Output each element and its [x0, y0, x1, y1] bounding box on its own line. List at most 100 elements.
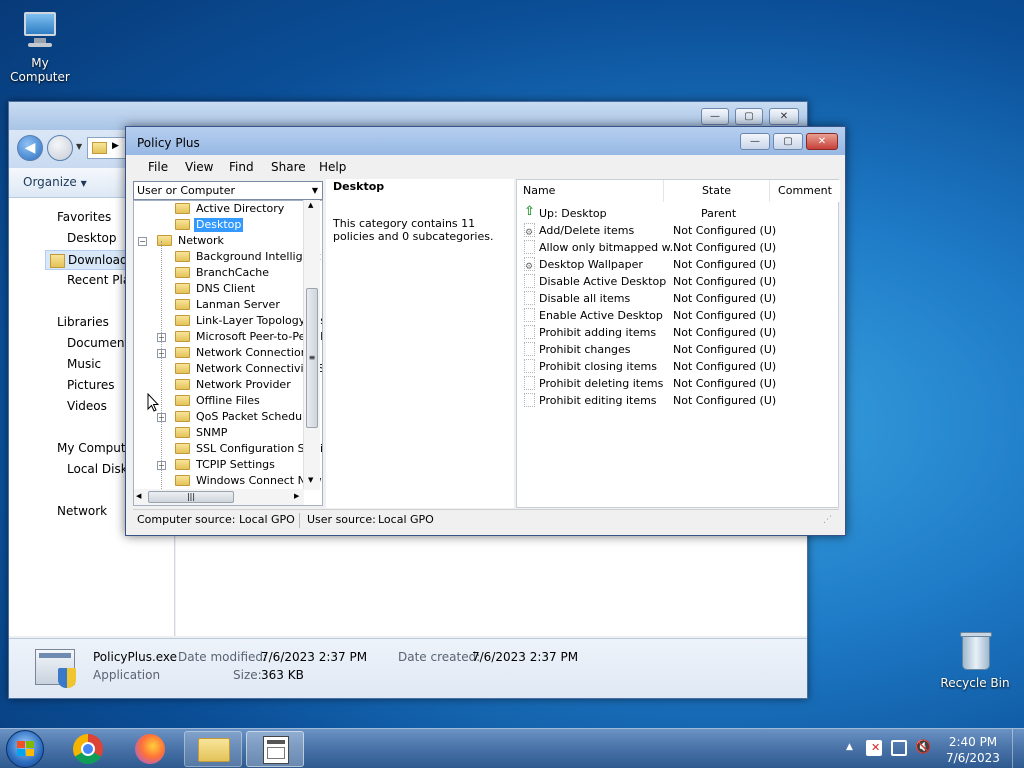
nav-music[interactable]: ♪Music — [67, 357, 101, 371]
folder-icon — [175, 219, 190, 230]
page-icon — [524, 342, 535, 356]
folder-icon — [198, 738, 230, 762]
policy-name: Prohibit closing items — [539, 360, 657, 373]
policy-name: Disable Active Desktop — [539, 275, 667, 288]
policy-row[interactable]: ⚙ Desktop Wallpaper Not Configured (U) — [517, 256, 838, 273]
volume-tray-icon[interactable]: 🔇 — [915, 740, 931, 755]
nav-local-disk[interactable]: Local Disk — [67, 462, 128, 476]
organize-label: Organize — [23, 175, 77, 189]
column-header-state[interactable]: State — [664, 180, 770, 202]
start-button[interactable] — [6, 730, 44, 768]
nav-network[interactable]: Network — [57, 504, 107, 518]
tree-vertical-scrollbar[interactable]: ▲ ≡ ▼ — [303, 200, 320, 490]
nav-videos[interactable]: Videos — [67, 399, 107, 413]
explorer-minimize-button[interactable]: — — [701, 108, 729, 125]
action-center-icon[interactable]: ✕ — [866, 740, 882, 756]
explorer-close-button[interactable]: ✕ — [769, 108, 799, 125]
nav-libraries[interactable]: Libraries — [57, 315, 109, 329]
chevron-right-icon: ▶ — [112, 141, 119, 151]
scroll-left-icon[interactable]: ◀ — [136, 492, 141, 500]
scroll-thumb[interactable]: ≡ — [306, 288, 318, 428]
explorer-maximize-button[interactable]: ▢ — [735, 108, 763, 125]
policy-row[interactable]: Prohibit changes Not Configured (U) — [517, 341, 838, 358]
policyplus-window[interactable]: Policy Plus — ▢ ✕ File View Find Share H… — [125, 126, 846, 536]
policy-state: Not Configured (U) — [673, 309, 777, 322]
tree-horizontal-scrollbar[interactable]: ◀ ||| ▶ — [134, 489, 304, 505]
policy-state: Not Configured (U) — [673, 241, 777, 254]
policy-row[interactable]: Disable Active Desktop Not Configured (U) — [517, 273, 838, 290]
taskbar-firefox-button[interactable] — [122, 731, 180, 767]
policy-row[interactable]: ⚙ Add/Delete items Not Configured (U) — [517, 222, 838, 239]
hscroll-thumb[interactable]: ||| — [148, 491, 234, 503]
resize-grip-icon[interactable]: ⋰ — [823, 510, 832, 530]
history-dropdown-icon[interactable]: ▼ — [76, 142, 82, 151]
folder-icon — [92, 142, 107, 154]
nav-desktop[interactable]: Desktop — [67, 231, 117, 245]
folder-icon — [175, 331, 190, 342]
policy-row[interactable]: Enable Active Desktop Not Configured (U) — [517, 307, 838, 324]
back-button[interactable]: ◀ — [17, 135, 43, 161]
folder-icon — [175, 315, 190, 326]
minimize-button[interactable]: — — [740, 133, 770, 150]
desktop-icon-recycle-bin[interactable]: Recycle Bin — [935, 630, 1015, 690]
organize-button[interactable]: Organize ▼ — [23, 175, 87, 189]
details-type: Application — [93, 668, 161, 682]
nav-pictures[interactable]: Pictures — [67, 378, 115, 392]
folder-icon — [175, 251, 190, 262]
desktop-icon-my-computer[interactable]: My Computer — [0, 10, 80, 84]
scroll-down-icon[interactable]: ▼ — [308, 476, 313, 484]
show-desktop-button[interactable] — [1012, 729, 1024, 768]
tree-node-label: Network — [178, 234, 224, 247]
taskbar-chrome-button[interactable] — [60, 731, 118, 767]
nav-label: My Compute — [57, 441, 133, 455]
clock[interactable]: 2:40 PM 7/6/2023 — [942, 734, 1004, 766]
page-icon — [524, 376, 535, 390]
chevron-down-icon: ▼ — [80, 179, 87, 188]
scroll-up-icon[interactable]: ▲ — [308, 201, 313, 209]
forward-button[interactable] — [47, 135, 73, 161]
chrome-icon — [73, 734, 103, 764]
scroll-right-icon[interactable]: ▶ — [294, 492, 299, 500]
collapse-icon[interactable]: − — [138, 237, 147, 246]
policyplus-titlebar[interactable]: Policy Plus — ▢ ✕ — [126, 127, 845, 155]
policy-list[interactable]: Name State Comment ⇧ Up: Desktop Parent ⚙ Ad… — [516, 179, 840, 508]
column-header-comment[interactable]: Comment — [770, 180, 840, 202]
menu-help[interactable]: Help — [319, 160, 346, 174]
category-tree[interactable]: Active Directory Desktop − Network Backgroun… — [133, 200, 323, 506]
policy-name: Desktop Wallpaper — [539, 258, 643, 271]
taskbar-policyplus-button[interactable] — [246, 731, 304, 767]
size-value: 363 KB — [261, 668, 304, 682]
menu-share[interactable]: Share — [271, 160, 306, 174]
policy-name: Enable Active Desktop — [539, 309, 663, 322]
network-tray-icon[interactable] — [891, 740, 907, 756]
mouse-cursor-icon — [147, 392, 160, 415]
scope-select-value: User or Computer — [137, 184, 236, 197]
nav-my-computer[interactable]: My Compute — [57, 441, 133, 455]
policy-row[interactable]: Prohibit editing items Not Configured (U) — [517, 392, 838, 409]
policy-row[interactable]: Prohibit closing items Not Configured (U) — [517, 358, 838, 375]
nav-documents[interactable]: Document — [67, 336, 129, 350]
tray-overflow-icon[interactable]: ▲ — [846, 742, 853, 752]
tree-node-label: QoS Packet Scheduler — [196, 410, 317, 423]
policy-row[interactable]: Disable all items Not Configured (U) — [517, 290, 838, 307]
policy-row[interactable]: ⇧ Up: Desktop Parent — [517, 204, 838, 222]
nav-favorites[interactable]: ★Favorites — [57, 210, 111, 224]
close-button[interactable]: ✕ — [806, 133, 838, 150]
policy-row[interactable]: Prohibit adding items Not Configured (U) — [517, 324, 838, 341]
menu-view[interactable]: View — [185, 160, 213, 174]
taskbar-explorer-button[interactable] — [184, 731, 242, 767]
desktop-icon-label: Recycle Bin — [940, 676, 1010, 690]
menu-find[interactable]: Find — [229, 160, 254, 174]
menu-file[interactable]: File — [148, 160, 168, 174]
folder-icon — [175, 379, 190, 390]
policy-row[interactable]: Allow only bitmapped w... Not Configured … — [517, 239, 838, 256]
nav-label: Favorites — [57, 210, 112, 224]
policy-name: Prohibit editing items — [539, 394, 657, 407]
column-header-name[interactable]: Name — [517, 180, 664, 202]
maximize-button[interactable]: ▢ — [773, 133, 803, 150]
policy-state: Not Configured (U) — [673, 258, 777, 271]
policy-state: Not Configured (U) — [673, 326, 777, 339]
policy-row[interactable]: Prohibit deleting items Not Configured (U… — [517, 375, 838, 392]
policy-state: Not Configured (U) — [673, 377, 777, 390]
scope-select[interactable]: User or Computer ▼ — [133, 181, 323, 200]
